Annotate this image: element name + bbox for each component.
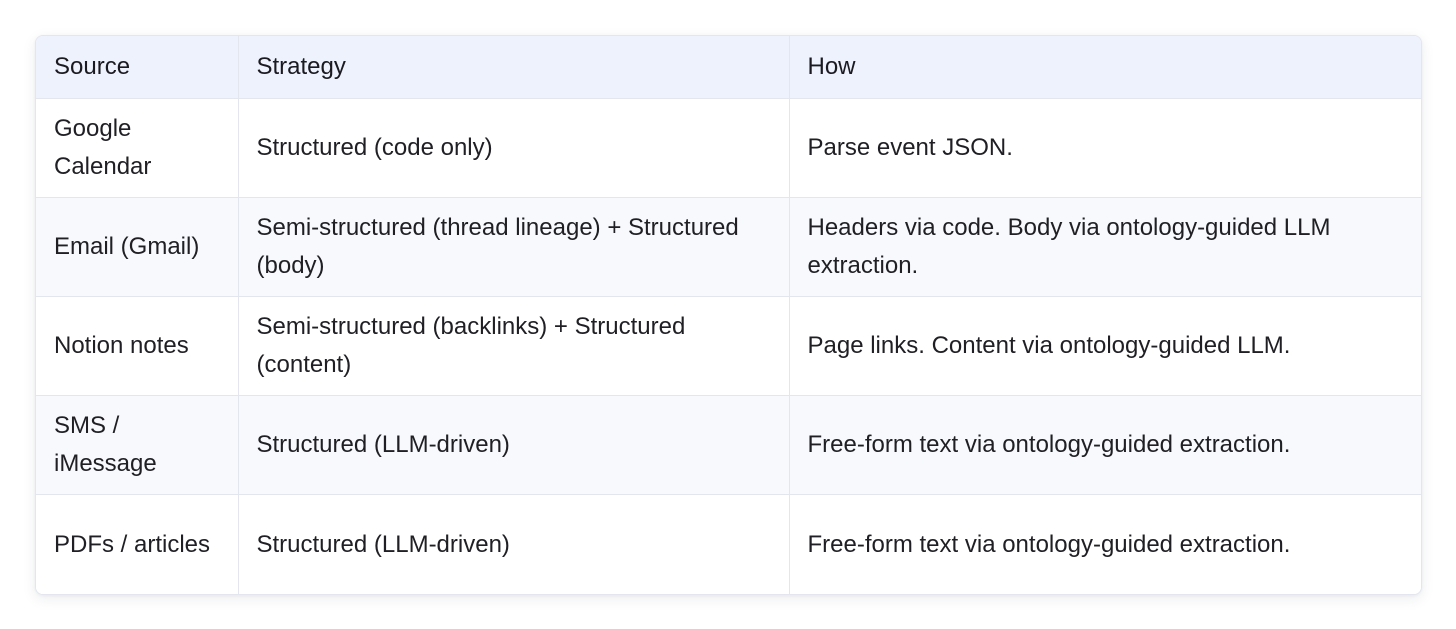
cell-strategy: Semi-structured (backlinks) + Structured… bbox=[238, 296, 790, 397]
cell-how: Parse event JSON. bbox=[789, 98, 1421, 198]
table-row: Notion notes Semi-structured (backlinks)… bbox=[36, 296, 1421, 397]
cell-how: Free-form text via ontology-guided extra… bbox=[807, 530, 1291, 558]
header-row: Source Strategy How bbox=[36, 36, 1421, 99]
cell-source: PDFs / articles bbox=[36, 494, 239, 594]
table-body: Google Calendar Structured (code only) P… bbox=[36, 98, 1421, 594]
table-row: Google Calendar Structured (code only) P… bbox=[36, 98, 1421, 198]
cell-how: Free-form text via ontology-guided extra… bbox=[789, 395, 1421, 496]
cell-strategy: Structured (code only) bbox=[238, 98, 790, 198]
table-row: PDFs / articles Structured (LLM-driven) … bbox=[36, 494, 1421, 594]
cell-how: Headers via code. Body via ontology-guid… bbox=[789, 197, 1421, 297]
column-header-strategy: Strategy bbox=[238, 36, 790, 99]
table-row: Email (Gmail) Semi-structured (thread li… bbox=[36, 197, 1421, 297]
cell-strategy: Structured (LLM-driven) bbox=[238, 494, 790, 594]
cell-source: SMS / iMessage bbox=[36, 395, 239, 496]
cell-strategy: Semi-structured (thread lineage) + Struc… bbox=[238, 197, 790, 297]
table-header: Source Strategy How bbox=[36, 36, 1421, 99]
cell-source: Notion notes bbox=[36, 296, 239, 397]
column-header-source: Source bbox=[36, 36, 239, 99]
cell-how: Page links. Content via ontology-guided … bbox=[789, 296, 1421, 397]
sources-table: Source Strategy How Google Calendar Stru… bbox=[36, 36, 1421, 594]
cell-source: Google Calendar bbox=[36, 98, 239, 198]
table-row: SMS / iMessage Structured (LLM-driven) F… bbox=[36, 395, 1421, 496]
cell-strategy: Structured (LLM-driven) bbox=[238, 395, 790, 496]
cell-source: Email (Gmail) bbox=[36, 197, 239, 297]
column-header-how: How bbox=[789, 36, 1421, 99]
sources-table-card: Source Strategy How Google Calendar Stru… bbox=[35, 35, 1422, 595]
